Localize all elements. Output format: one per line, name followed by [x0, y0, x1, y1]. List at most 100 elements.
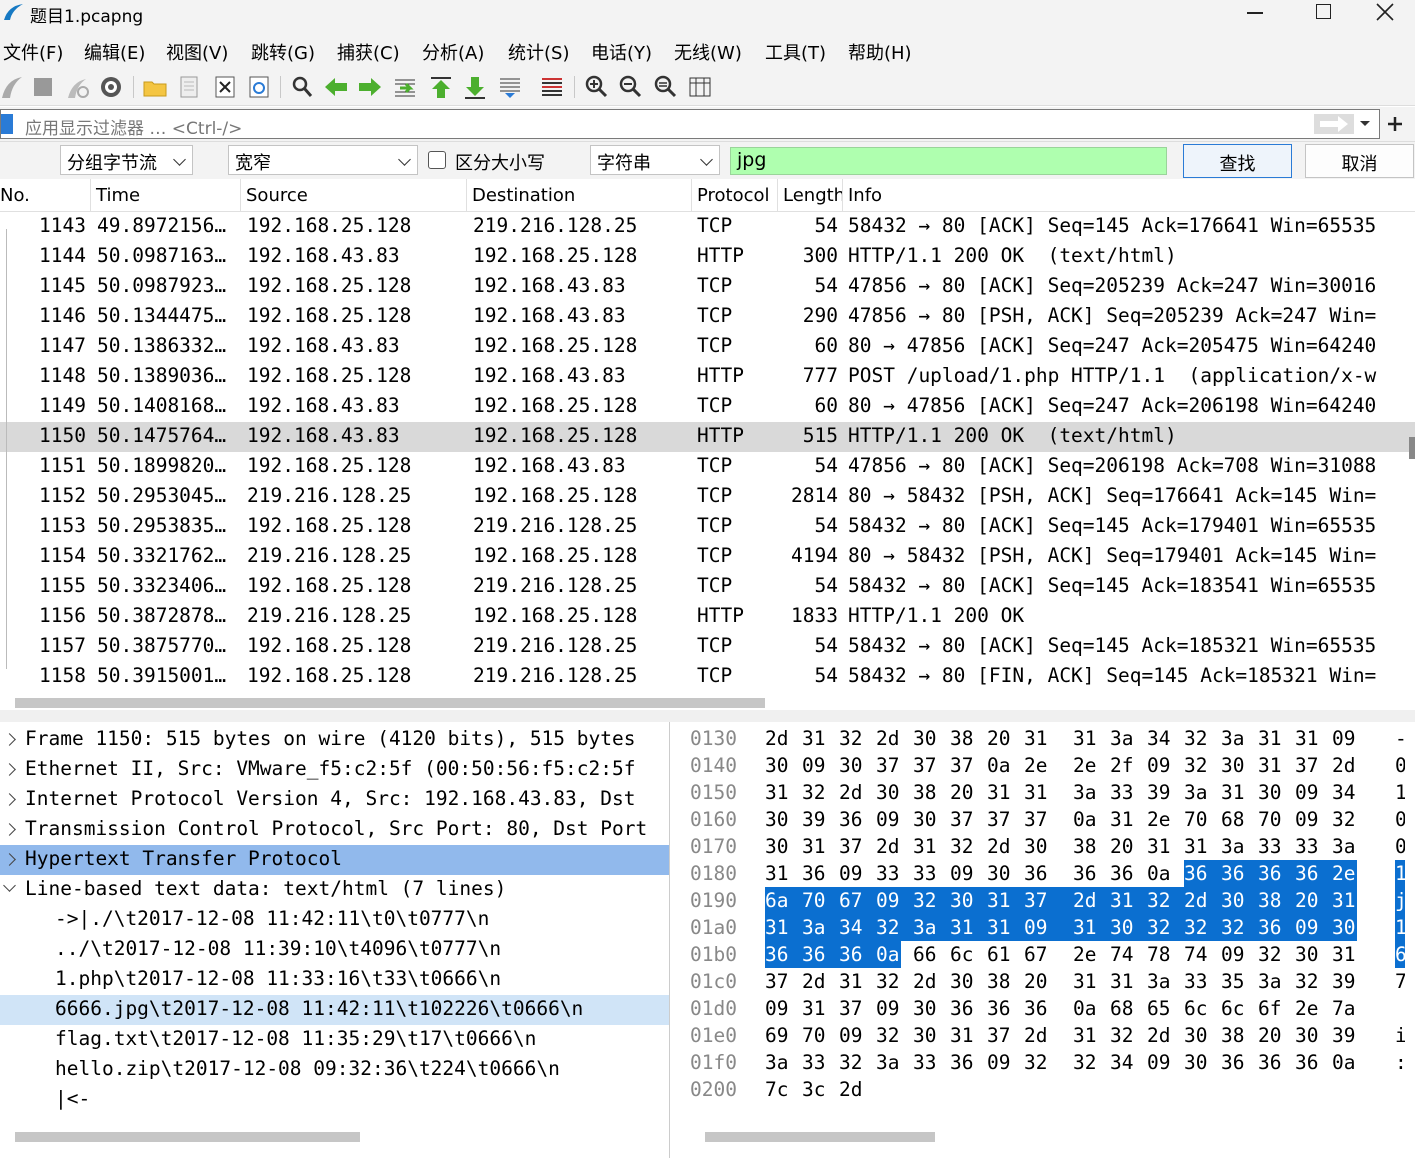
hex-byte[interactable]: 36 [950, 1049, 975, 1076]
search-in-select[interactable]: 分组字节流 [60, 145, 193, 175]
hex-byte[interactable]: 2d [802, 968, 827, 995]
hex-byte[interactable]: 32 [1184, 752, 1209, 779]
detail-line-text[interactable]: hello.zip\t2017-12-08 09:32:36\t224\t066… [0, 1055, 669, 1085]
collapsed-arrow-icon[interactable] [3, 793, 16, 806]
packet-row[interactable]: 1154 50.3321762… 219.216.128.25 192.168.25.… [0, 542, 1415, 572]
hex-byte[interactable]: 3a [1332, 833, 1357, 860]
hex-byte[interactable]: 3a [1110, 725, 1135, 752]
hex-byte[interactable]: 37 [950, 806, 975, 833]
menu-analyze[interactable]: 分析(A) [422, 39, 484, 65]
menu-file[interactable]: 文件(F) [3, 39, 63, 65]
menu-help[interactable]: 帮助(H) [848, 39, 912, 65]
hex-byte[interactable]: 09 [987, 1049, 1012, 1076]
hex-byte[interactable]: 2d [1184, 887, 1221, 914]
pane-splitter[interactable] [0, 710, 1415, 722]
hex-byte[interactable]: 09 [950, 860, 975, 887]
column-header-destination[interactable]: Destination [467, 179, 692, 212]
hex-byte[interactable]: 32 [1221, 914, 1258, 941]
hex-byte[interactable]: 37 [839, 833, 864, 860]
hex-byte[interactable]: 31 [1073, 968, 1098, 995]
collapsed-arrow-icon[interactable] [3, 853, 16, 866]
hex-byte[interactable]: 30 [950, 887, 987, 914]
hex-byte[interactable]: 32 [1184, 914, 1221, 941]
hex-byte[interactable]: 09 [1295, 806, 1320, 833]
hex-byte[interactable]: 2d [913, 968, 938, 995]
char-width-select[interactable]: 宽窄 [228, 145, 418, 175]
hex-byte[interactable]: 36 [1024, 860, 1049, 887]
hex-byte[interactable]: 33 [913, 860, 938, 887]
hex-byte[interactable]: 33 [1295, 833, 1320, 860]
column-header-length[interactable]: Length [778, 179, 843, 212]
hex-byte[interactable]: 32 [1295, 968, 1320, 995]
hex-byte[interactable]: 20 [1295, 887, 1332, 914]
hex-byte[interactable]: 30 [1184, 1022, 1209, 1049]
hex-byte[interactable]: 31 [987, 887, 1024, 914]
hex-byte[interactable]: 30 [765, 752, 790, 779]
hex-byte[interactable]: 32 [1110, 1022, 1135, 1049]
hex-byte[interactable]: 30 [839, 752, 864, 779]
hex-byte[interactable]: 39 [802, 806, 827, 833]
packet-row[interactable]: 1155 50.3323406… 192.168.25.128 219.216.128… [0, 572, 1415, 602]
menu-view[interactable]: 视图(V) [166, 39, 228, 65]
hex-byte[interactable]: 30 [1184, 1049, 1209, 1076]
hex-byte[interactable]: 38 [950, 725, 975, 752]
hex-byte[interactable]: 31 [1073, 914, 1110, 941]
hex-byte[interactable]: 3a [1221, 725, 1246, 752]
search-type-select[interactable]: 字符串 [590, 145, 720, 175]
hex-byte[interactable]: 36 [1258, 1049, 1283, 1076]
detail-tree-node[interactable]: Hypertext Transfer Protocol [0, 845, 669, 875]
column-header-time[interactable]: Time [91, 179, 241, 212]
colorize-icon[interactable] [539, 74, 565, 100]
hex-byte[interactable]: 33 [802, 1049, 827, 1076]
hex-byte[interactable]: 38 [1221, 1022, 1246, 1049]
hex-byte[interactable]: 31 [1147, 833, 1172, 860]
hex-byte[interactable]: 30 [987, 860, 1012, 887]
filter-history-dropdown-icon[interactable] [1359, 120, 1371, 128]
ascii-column[interactable]: i [1395, 1022, 1405, 1049]
hex-byte[interactable]: 31 [1110, 806, 1135, 833]
apply-filter-arrow-icon[interactable] [1314, 114, 1354, 134]
hex-byte[interactable]: 32 [1184, 725, 1209, 752]
packet-row[interactable]: 1153 50.2953835… 192.168.25.128 219.216.128… [0, 512, 1415, 542]
hex-byte[interactable]: 70 [1184, 806, 1209, 833]
hex-byte[interactable]: 36 [839, 806, 864, 833]
hex-byte[interactable]: 67 [1024, 941, 1049, 968]
hex-byte[interactable]: 2d [839, 1076, 864, 1103]
column-header-source[interactable]: Source [241, 179, 467, 212]
hex-byte[interactable]: 09 [1024, 914, 1073, 941]
hex-byte[interactable]: 31 [802, 833, 827, 860]
hex-byte[interactable]: 2d [1147, 1022, 1172, 1049]
hex-byte[interactable]: 32 [1147, 914, 1184, 941]
hex-byte[interactable]: 39 [1332, 1022, 1357, 1049]
hex-byte[interactable]: 2e [1073, 752, 1098, 779]
hex-byte[interactable]: 30 [1221, 752, 1246, 779]
hex-byte[interactable]: 30 [1295, 1022, 1320, 1049]
hex-byte[interactable]: 30 [876, 779, 901, 806]
hex-byte[interactable]: 36 [839, 941, 876, 968]
hex-byte[interactable]: 36 [1221, 860, 1258, 887]
hex-byte[interactable]: 32 [950, 833, 975, 860]
zoom-in-icon[interactable] [583, 74, 609, 100]
ascii-column[interactable]: 0 [1395, 806, 1405, 833]
hex-byte[interactable]: 30 [913, 725, 938, 752]
hex-byte[interactable]: 34 [839, 914, 876, 941]
expanded-arrow-icon[interactable] [3, 879, 16, 892]
hex-byte[interactable]: 3a [765, 1049, 790, 1076]
capture-options-icon[interactable] [98, 74, 124, 100]
hex-byte[interactable]: 0a [987, 752, 1012, 779]
ascii-column[interactable]: 6 [1395, 941, 1405, 968]
hex-byte[interactable]: 39 [1332, 968, 1357, 995]
hex-byte[interactable]: 20 [987, 725, 1012, 752]
hex-byte[interactable]: 2d [987, 833, 1012, 860]
hex-byte[interactable]: 69 [765, 1022, 790, 1049]
hex-byte[interactable]: 33 [1110, 779, 1135, 806]
hex-byte[interactable]: 31 [802, 995, 827, 1022]
hex-byte[interactable]: 09 [1221, 941, 1246, 968]
hex-byte[interactable]: 32 [876, 1022, 901, 1049]
hex-byte[interactable]: 31 [1073, 725, 1098, 752]
packet-row[interactable]: 1147 50.1386332… 192.168.43.83 192.168.25.1… [0, 332, 1415, 362]
hex-byte[interactable]: 2d [876, 833, 901, 860]
hex-byte[interactable]: 36 [1295, 1049, 1320, 1076]
hex-byte[interactable]: 20 [950, 779, 975, 806]
hex-byte[interactable]: 32 [913, 887, 950, 914]
